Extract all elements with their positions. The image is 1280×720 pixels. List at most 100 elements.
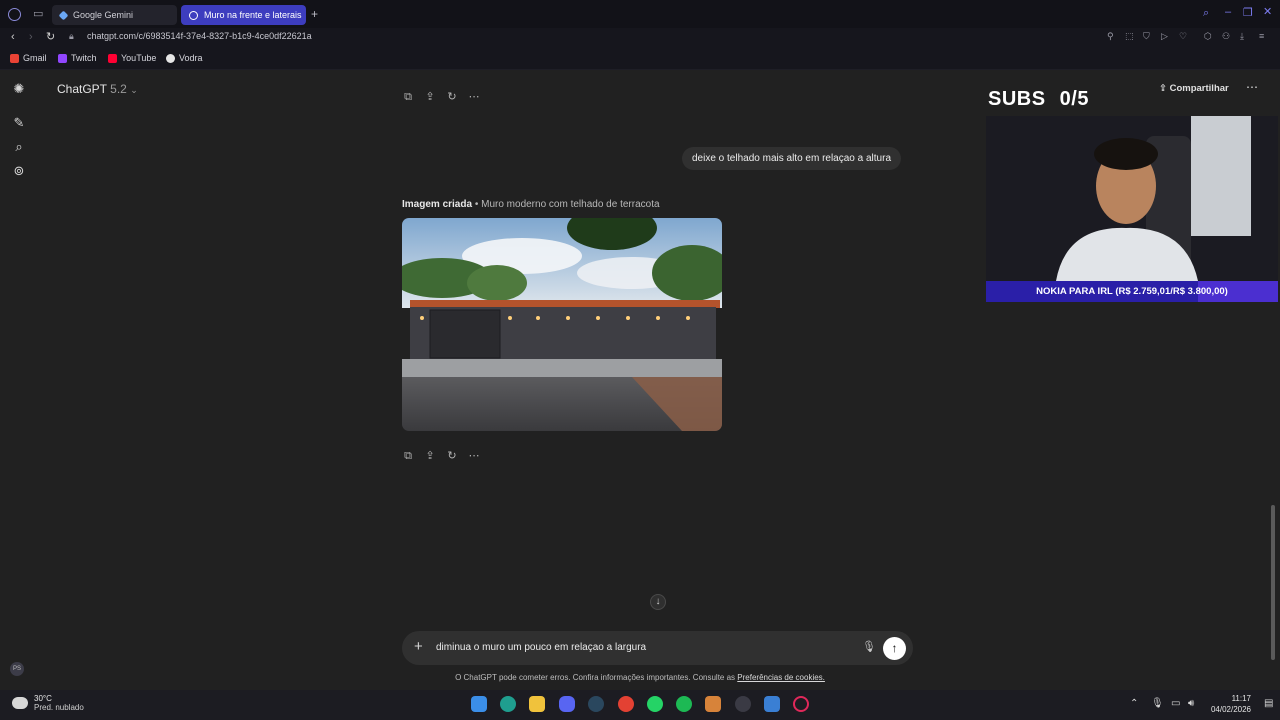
temperature: 30°C (34, 694, 52, 703)
subs-label: SUBS (988, 88, 1046, 110)
subs-counter: SUBS 0/5 (988, 88, 1089, 111)
model-version: 5.2 (110, 82, 127, 96)
pin-icon[interactable]: ⚲ (1107, 32, 1114, 41)
network-icon[interactable]: ▭ (1171, 698, 1180, 709)
microphone-icon[interactable]: 🎙︎ (862, 640, 876, 653)
share-label: Compartilhar (1169, 83, 1229, 94)
regenerate-icon[interactable]: ↻ (446, 91, 458, 103)
openai-logo-icon[interactable]: ✺ (12, 82, 26, 96)
share-icon[interactable]: ⇪ (424, 91, 436, 103)
restore-icon[interactable]: ❐ (1243, 8, 1253, 19)
generated-image[interactable] (402, 218, 722, 431)
paint-icon[interactable] (764, 696, 780, 712)
steam-icon[interactable] (588, 696, 604, 712)
weather-widget[interactable]: 30°C Pred. nublado (12, 694, 84, 712)
model-selector[interactable]: ChatGPT 5.2 ⌄ (57, 82, 138, 96)
spotify-icon[interactable] (676, 696, 692, 712)
tab-google-gemini[interactable]: Google Gemini (52, 5, 177, 25)
add-attachment-icon[interactable]: + (414, 638, 423, 655)
copy-icon[interactable]: ⧉ (402, 450, 414, 462)
play-icon[interactable]: ▷ (1161, 32, 1168, 41)
message-actions-top: ⧉ ⇪ ↻ ⋯ (402, 91, 480, 103)
time: 11:17 (1231, 694, 1251, 703)
youtube-icon (108, 53, 117, 63)
extensions-icon[interactable]: ⬡ (1204, 32, 1212, 41)
twitch-icon (58, 53, 67, 63)
tab-muro-na-frente[interactable]: Muro na frente e laterais (181, 5, 306, 25)
copy-icon[interactable]: ⧉ (402, 91, 414, 103)
user-message: deixe o telhado mais alto em relaçao a a… (682, 147, 902, 170)
cloud-icon (12, 697, 28, 709)
chevron-up-icon[interactable]: ⌃ (1130, 698, 1138, 709)
app-icon[interactable] (705, 696, 721, 712)
library-icon[interactable]: ⊚ (12, 164, 26, 178)
cookie-preferences-link[interactable]: Preferências de cookies. (737, 673, 825, 682)
search-icon[interactable]: ⌕ (1203, 8, 1209, 19)
chevron-down-icon: ⌄ (130, 85, 138, 95)
url-field[interactable]: chatgpt.com/c/6983514f-37e4-8327-b1c9-4c… (87, 31, 312, 41)
chrome-icon[interactable] (618, 696, 634, 712)
bookmark-vodra[interactable]: Vodra (166, 53, 203, 63)
browser-logo-icon[interactable] (8, 8, 21, 21)
left-rail: ✺ ✎ ⌕ ⊚ PS (0, 71, 38, 685)
clock[interactable]: 11:17 04/02/2026 (1205, 693, 1251, 715)
profile-icon[interactable]: ⚇ (1222, 32, 1230, 41)
more-icon[interactable]: ⋯ (468, 91, 480, 103)
model-name: ChatGPT (57, 82, 107, 96)
screenshot-icon[interactable]: ⬚ (1125, 32, 1134, 41)
image-caption: Imagem criada • Muro moderno com telhado… (402, 199, 660, 210)
scroll-down-button[interactable]: ↓ (650, 594, 666, 610)
disclaimer: O ChatGPT pode cometer erros. Confira in… (0, 673, 1280, 682)
message-actions: ⧉ ⇪ ↻ ⋯ (402, 450, 480, 462)
weather-description: Pred. nublado (34, 703, 84, 712)
message-input[interactable]: diminua o muro um pouco em relaçao a lar… (436, 642, 646, 653)
goal-text: NOKIA PARA IRL (R$ 2.759,01/R$ 3.800,00) (1036, 286, 1228, 297)
start-icon[interactable] (471, 696, 487, 712)
disclaimer-text: O ChatGPT pode cometer erros. Confira in… (455, 673, 736, 682)
gmail-icon (10, 53, 19, 63)
more-icon[interactable]: ⋯ (468, 450, 480, 462)
search-chats-icon[interactable]: ⌕ (12, 140, 26, 154)
file-explorer-icon[interactable] (529, 696, 545, 712)
opera-gx-icon[interactable] (793, 696, 809, 712)
scrollbar[interactable] (1271, 505, 1275, 660)
share-button[interactable]: ⇪ Compartilhar (1159, 83, 1229, 94)
download-icon[interactable]: ⤓ (1240, 32, 1244, 41)
vodra-icon (166, 53, 175, 63)
bookmark-gmail[interactable]: Gmail (10, 53, 47, 63)
heart-icon[interactable]: ♡ (1179, 32, 1187, 41)
share-icon[interactable]: ⇪ (424, 450, 436, 462)
new-tab-icon[interactable]: + (311, 8, 318, 20)
bookmark-twitch[interactable]: Twitch (58, 53, 97, 63)
back-icon[interactable]: ‹ (11, 32, 15, 43)
browser-tab-bar: ▭ Google Gemini Muro na frente e laterai… (0, 0, 1280, 28)
discord-icon[interactable] (559, 696, 575, 712)
shield-icon[interactable]: ⛉ (1143, 32, 1150, 41)
arrow-up-icon: ↑ (891, 641, 898, 655)
new-chat-icon[interactable]: ✎ (12, 116, 26, 130)
tab-overview-icon[interactable]: ▭ (33, 9, 43, 20)
bookmarks-bar: Gmail Twitch YouTube Vodra (0, 48, 1280, 70)
reload-icon[interactable]: ↻ (46, 32, 55, 43)
caption-separator: • (472, 199, 482, 210)
taskbar: 30°C Pred. nublado ⌃ 🎙︎ ▭ 🔊︎ 11:17 04/02… (0, 690, 1280, 720)
edge-icon[interactable] (500, 696, 516, 712)
notifications-icon[interactable]: ▤ (1264, 698, 1273, 709)
share-icon: ⇪ (1159, 83, 1167, 94)
menu-icon[interactable]: ≡ (1259, 32, 1264, 41)
more-options-icon[interactable]: ⋯ (1246, 80, 1258, 94)
volume-icon[interactable]: 🔊︎ (1188, 698, 1194, 709)
microphone-tray-icon[interactable]: 🎙︎ (1151, 698, 1164, 709)
forward-icon[interactable]: › (29, 32, 33, 43)
image-caption-bold: Imagem criada (402, 199, 473, 210)
bookmark-youtube[interactable]: YouTube (108, 53, 156, 63)
minimize-icon[interactable]: – (1225, 7, 1231, 18)
send-button[interactable]: ↑ (883, 637, 906, 660)
bookmark-label: Gmail (23, 53, 47, 63)
subs-count: 0/5 (1059, 88, 1089, 110)
close-icon[interactable]: ✕ (1263, 7, 1272, 18)
whatsapp-icon[interactable] (647, 696, 663, 712)
regenerate-icon[interactable]: ↻ (446, 450, 458, 462)
tab-label: Google Gemini (73, 10, 134, 20)
obs-icon[interactable] (735, 696, 751, 712)
